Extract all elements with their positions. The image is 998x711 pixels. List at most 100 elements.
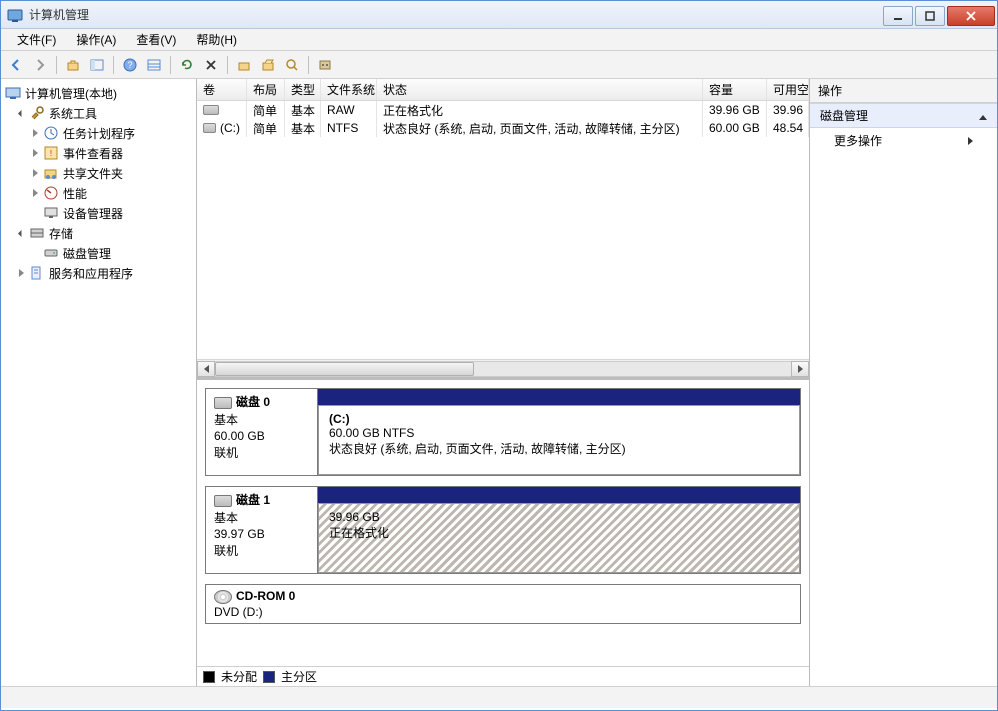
disk-label: CD-ROM 0 DVD (D:) — [206, 585, 318, 623]
actions-header: 操作 — [810, 79, 997, 103]
svg-text:!: ! — [50, 149, 52, 158]
partition1-status: 正在格式化 — [329, 526, 389, 540]
scroll-track[interactable] — [215, 361, 791, 377]
scroll-right-button[interactable] — [791, 361, 809, 377]
tree-disk-management[interactable]: 磁盘管理 — [1, 243, 196, 263]
disk-label: 磁盘 0 基本 60.00 GB 联机 — [206, 389, 318, 475]
col-header-free[interactable]: 可用空 — [767, 79, 809, 100]
titlebar: 计算机管理 — [1, 1, 997, 29]
svg-text:?: ? — [127, 60, 132, 70]
volume-free: 48.54 — [767, 119, 809, 137]
disk-row-cdrom[interactable]: CD-ROM 0 DVD (D:) — [205, 584, 801, 624]
tree-performance[interactable]: 性能 — [1, 183, 196, 203]
partition-formatting[interactable]: 39.96 GB 正在格式化 — [318, 503, 800, 573]
tree-system-tools[interactable]: 系统工具 — [1, 103, 196, 123]
event-icon: ! — [43, 145, 59, 161]
actions-section-disk-mgmt[interactable]: 磁盘管理 — [810, 103, 997, 128]
volume-row[interactable]: (C:) 简单 基本 NTFS 状态良好 (系统, 启动, 页面文件, 活动, … — [197, 119, 809, 137]
volume-capacity: 39.96 GB — [703, 101, 767, 119]
tree-storage[interactable]: 存储 — [1, 223, 196, 243]
minimize-button[interactable] — [883, 6, 913, 26]
disk1-title: 磁盘 1 — [236, 493, 270, 507]
menu-view[interactable]: 查看(V) — [126, 29, 186, 50]
app-icon — [7, 7, 23, 23]
window-title: 计算机管理 — [29, 6, 883, 23]
tree-event-viewer[interactable]: ! 事件查看器 — [1, 143, 196, 163]
disk0-state: 联机 — [214, 444, 309, 461]
tree-task-scheduler[interactable]: 任务计划程序 — [1, 123, 196, 143]
partition-c-sizefs: 60.00 GB NTFS — [329, 426, 414, 440]
scroll-left-button[interactable] — [197, 361, 215, 377]
cdrom-icon — [214, 590, 232, 604]
volume-row[interactable]: 简单 基本 RAW 正在格式化 39.96 GB 39.96 — [197, 101, 809, 119]
scroll-thumb[interactable] — [215, 362, 474, 376]
expander-expand-icon[interactable] — [15, 267, 27, 279]
disk-icon — [214, 397, 232, 409]
col-header-type[interactable]: 类型 — [285, 79, 321, 100]
expander-collapse-icon[interactable] — [15, 227, 27, 239]
performance-icon — [43, 185, 59, 201]
volume-type: 基本 — [285, 101, 321, 119]
maximize-button[interactable] — [915, 6, 945, 26]
settings-button[interactable] — [314, 54, 336, 76]
expander-expand-icon[interactable] — [29, 127, 41, 139]
partition-header-bar — [318, 487, 800, 503]
menu-file[interactable]: 文件(F) — [7, 29, 66, 50]
volume-fs: RAW — [321, 101, 377, 119]
cdrom-title: CD-ROM 0 — [236, 589, 295, 603]
volume-layout: 简单 — [247, 119, 285, 137]
tree-shared-folders-label: 共享文件夹 — [63, 165, 123, 182]
disk-row-0[interactable]: 磁盘 0 基本 60.00 GB 联机 (C:) 60.00 GB NTFS 状… — [205, 388, 801, 476]
find-button[interactable] — [281, 54, 303, 76]
expander-expand-icon[interactable] — [29, 187, 41, 199]
tree-disk-management-label: 磁盘管理 — [63, 245, 111, 262]
delete-button[interactable] — [200, 54, 222, 76]
help-button[interactable]: ? — [119, 54, 141, 76]
action-more-label: 更多操作 — [834, 132, 882, 149]
up-button[interactable] — [62, 54, 84, 76]
tree-root-label: 计算机管理(本地) — [25, 85, 117, 102]
menu-help[interactable]: 帮助(H) — [186, 29, 247, 50]
volume-layout: 简单 — [247, 101, 285, 119]
legend-swatch-unallocated — [203, 671, 215, 683]
tree-task-scheduler-label: 任务计划程序 — [63, 125, 135, 142]
col-header-layout[interactable]: 布局 — [247, 79, 285, 100]
volume-list-hscroll — [197, 359, 809, 377]
tree-shared-folders[interactable]: 共享文件夹 — [1, 163, 196, 183]
collapse-up-icon — [979, 109, 987, 123]
col-header-filesystem[interactable]: 文件系统 — [321, 79, 377, 100]
navigation-tree: 计算机管理(本地) 系统工具 任务计划程序 ! 事件查看器 共享文件夹 — [1, 79, 197, 686]
refresh-button[interactable] — [176, 54, 198, 76]
view-list-button[interactable] — [143, 54, 165, 76]
show-hide-tree-button[interactable] — [86, 54, 108, 76]
partition-c-status: 状态良好 (系统, 启动, 页面文件, 活动, 故障转储, 主分区) — [329, 442, 626, 456]
back-button[interactable] — [5, 54, 27, 76]
device-icon — [43, 205, 59, 221]
close-button[interactable] — [947, 6, 995, 26]
tree-device-manager-label: 设备管理器 — [63, 205, 123, 222]
clock-icon — [43, 125, 59, 141]
col-header-volume[interactable]: 卷 — [197, 79, 247, 100]
disk-row-1[interactable]: 磁盘 1 基本 39.97 GB 联机 39.96 GB 正在格式化 — [205, 486, 801, 574]
col-header-status[interactable]: 状态 — [377, 79, 703, 100]
partition-c[interactable]: (C:) 60.00 GB NTFS 状态良好 (系统, 启动, 页面文件, 活… — [318, 405, 800, 475]
tree-root[interactable]: 计算机管理(本地) — [1, 83, 196, 103]
action-more[interactable]: 更多操作 — [810, 128, 997, 153]
forward-button[interactable] — [29, 54, 51, 76]
col-header-capacity[interactable]: 容量 — [703, 79, 767, 100]
menu-action[interactable]: 操作(A) — [66, 29, 126, 50]
tree-services-apps[interactable]: 服务和应用程序 — [1, 263, 196, 283]
partition1-size: 39.96 GB — [329, 510, 380, 524]
legend: 未分配 主分区 — [197, 666, 809, 686]
expander-expand-icon[interactable] — [29, 167, 41, 179]
disk-graphical-view: 磁盘 0 基本 60.00 GB 联机 (C:) 60.00 GB NTFS 状… — [197, 377, 809, 666]
expander-collapse-icon[interactable] — [15, 107, 27, 119]
open-button[interactable] — [257, 54, 279, 76]
volume-capacity: 60.00 GB — [703, 119, 767, 137]
folder-share-icon — [43, 165, 59, 181]
cdrom-sub: DVD (D:) — [214, 605, 310, 619]
properties-button[interactable] — [233, 54, 255, 76]
expander-expand-icon[interactable] — [29, 147, 41, 159]
tree-device-manager[interactable]: 设备管理器 — [1, 203, 196, 223]
disk1-type: 基本 — [214, 509, 309, 526]
